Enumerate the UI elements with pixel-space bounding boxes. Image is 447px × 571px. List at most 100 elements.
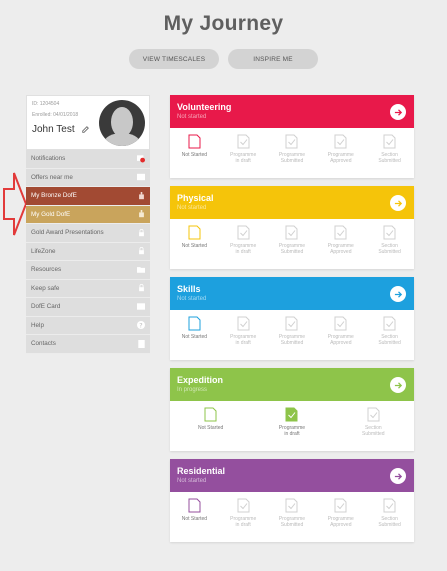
sidebar-item-label: Contacts <box>31 340 56 348</box>
inspire-me-button[interactable]: INSPIRE ME <box>228 49 318 69</box>
sidebar-item-label: Offers near me <box>31 173 73 181</box>
step-label: Not Started <box>181 334 208 340</box>
section-steps: Not Started Programme in draft Programme Sub… <box>170 128 414 178</box>
approved-icon <box>334 225 347 240</box>
sidebar-item-dofe-card[interactable]: DofE Card <box>26 298 150 317</box>
section-card-residential[interactable]: Residential Not started Not Started Program… <box>170 459 414 542</box>
not-started-icon <box>204 407 217 422</box>
section-steps: Not Started Programme in draft Programme Sub… <box>170 310 414 360</box>
pointer-arrow-icon <box>3 172 28 236</box>
step-label: Programme Approved <box>327 516 354 528</box>
step-label: Programme Approved <box>327 243 354 255</box>
not-started-icon <box>188 498 201 513</box>
arrow-right-icon[interactable] <box>390 104 406 120</box>
sidebar-item-keep-safe[interactable]: Keep safe <box>26 279 150 298</box>
section-steps: Not Started Programme in draft Programme Sub… <box>170 219 414 269</box>
edit-icon[interactable] <box>82 126 89 133</box>
arrow-right-icon[interactable] <box>390 468 406 484</box>
profile-enrolled: Enrolled: 04/01/2018 <box>32 112 79 118</box>
step-item: Programme in draft <box>268 407 316 451</box>
draft-icon <box>237 134 250 149</box>
step-label: Section Submitted <box>378 334 401 346</box>
section-submitted-icon <box>383 225 396 240</box>
step-label: Not Started <box>198 425 224 431</box>
step-item: Not Started <box>187 407 235 451</box>
help-icon: ? <box>137 321 145 330</box>
section-status: In progress <box>177 387 208 393</box>
sidebar-item-gold-award-presentations[interactable]: Gold Award Presentations <box>26 224 150 243</box>
section-card-header[interactable]: Volunteering Not started <box>170 95 414 128</box>
sidebar-item-label: Help <box>31 321 44 329</box>
step-item: Programme in draft <box>219 316 267 360</box>
section-card-header[interactable]: Residential Not started <box>170 459 414 492</box>
section-card-header[interactable]: Expedition In progress <box>170 368 414 401</box>
step-item: Programme in draft <box>219 225 267 269</box>
section-card-volunteering[interactable]: Volunteering Not started Not Started Progra… <box>170 95 414 178</box>
sidebar-item-label: Keep safe <box>31 284 60 292</box>
lock-icon <box>137 284 145 292</box>
step-item: Programme Approved <box>317 498 365 542</box>
submitted-icon <box>285 316 298 331</box>
section-card-physical[interactable]: Physical Not started Not Started Programme i… <box>170 186 414 269</box>
section-status: Not started <box>177 478 207 484</box>
card-icon <box>137 303 145 311</box>
folder-icon <box>137 266 145 274</box>
lock-icon <box>137 247 145 255</box>
draft-icon <box>237 316 250 331</box>
tag-icon <box>137 173 145 181</box>
section-card-header[interactable]: Skills Not started <box>170 277 414 310</box>
step-label: Programme Approved <box>327 152 354 164</box>
sidebar-item-label: Notifications <box>31 155 66 163</box>
section-title: Skills <box>177 284 201 294</box>
step-label: Programme Submitted <box>278 243 306 255</box>
sidebar-item-notifications[interactable]: Notifications <box>26 150 150 169</box>
avatar[interactable] <box>99 100 145 146</box>
section-card-header[interactable]: Physical Not started <box>170 186 414 219</box>
step-item: Not Started <box>170 316 218 360</box>
sidebar-item-offers[interactable]: Offers near me <box>26 168 150 187</box>
section-status: Not started <box>177 296 207 302</box>
step-label: Section Submitted <box>378 243 401 255</box>
view-timescales-button[interactable]: VIEW TIMESCALES <box>129 49 219 69</box>
step-label: Programme in draft <box>230 516 257 528</box>
arrow-right-icon[interactable] <box>390 377 406 393</box>
sidebar-item-resources[interactable]: Resources <box>26 261 150 280</box>
sidebar-item-gold-dofe[interactable]: My Gold DofE <box>26 205 150 224</box>
contacts-icon <box>137 339 145 348</box>
approved-icon <box>334 316 347 331</box>
notification-badge-icon <box>137 155 145 163</box>
step-item: Programme Submitted <box>268 316 316 360</box>
section-title: Volunteering <box>177 102 232 112</box>
section-status: Not started <box>177 205 207 211</box>
step-label: Programme in draft <box>230 152 257 164</box>
profile-name: John Test <box>32 124 75 135</box>
step-item: Programme Submitted <box>268 498 316 542</box>
profile-id: ID: 1204504 <box>32 101 60 107</box>
section-submitted-icon <box>383 134 396 149</box>
sidebar-item-lifezone[interactable]: LifeZone <box>26 242 150 261</box>
section-card-skills[interactable]: Skills Not started Not Started Programme in … <box>170 277 414 360</box>
arrow-right-icon[interactable] <box>390 195 406 211</box>
section-submitted-icon <box>383 316 396 331</box>
sidebar-item-help[interactable]: Help ? <box>26 316 150 335</box>
step-item: Section Submitted <box>349 407 397 451</box>
step-label: Programme in draft <box>230 243 257 255</box>
arrow-right-icon[interactable] <box>390 286 406 302</box>
award-icon <box>137 210 145 218</box>
step-label: Programme Submitted <box>278 516 306 528</box>
step-item: Not Started <box>170 498 218 542</box>
sidebar-menu: Notifications Offers near me My Bronze D… <box>26 150 150 354</box>
step-label: Not Started <box>181 243 208 249</box>
step-item: Programme Approved <box>317 134 365 178</box>
sidebar-item-contacts[interactable]: Contacts <box>26 335 150 354</box>
lock-icon <box>137 228 145 237</box>
step-label: Not Started <box>181 516 208 522</box>
step-label: Programme Submitted <box>278 152 306 164</box>
svg-text:?: ? <box>139 322 142 330</box>
section-card-expedition[interactable]: Expedition In progress Not Started Programm… <box>170 368 414 451</box>
profile-card: ID: 1204504 Enrolled: 04/01/2018 John Te… <box>26 95 150 150</box>
sidebar-item-label: Resources <box>31 266 62 274</box>
not-started-icon <box>188 134 201 149</box>
sidebar-item-bronze-dofe[interactable]: My Bronze DofE <box>26 187 150 206</box>
section-title: Expedition <box>177 375 224 385</box>
